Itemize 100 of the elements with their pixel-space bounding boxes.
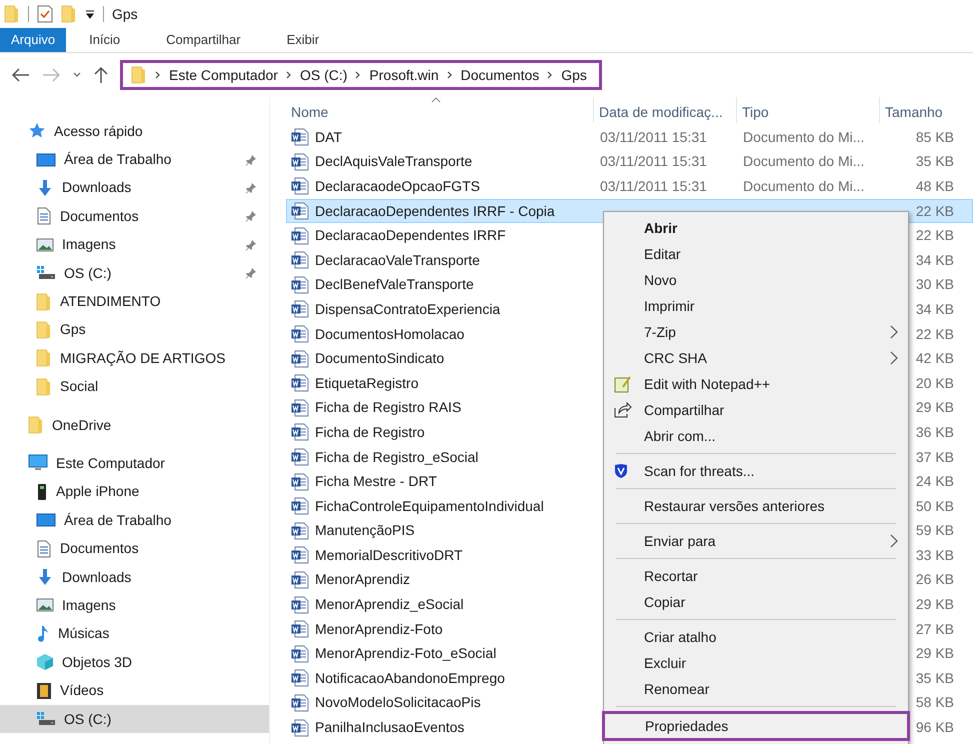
menu-item[interactable]: Abrir (604, 215, 908, 241)
sidebar-item[interactable]: Social (0, 372, 269, 401)
sidebar-item[interactable]: Apple iPhone (0, 478, 269, 506)
size-cell-text: 34 KB (916, 300, 954, 319)
menu-item[interactable]: Propriedades (602, 711, 910, 741)
menu-item[interactable]: Imprimir (604, 293, 908, 319)
file-name[interactable]: Ficha de Registro (315, 422, 425, 443)
menu-item[interactable]: CRC SHA (604, 345, 908, 371)
address-bar[interactable]: Este Computador OS (C:) Prosoft.win Documentos Gps (120, 60, 602, 90)
menu-item[interactable]: Criar atalho (604, 624, 908, 650)
file-name[interactable]: MenorAprendiz-Foto (315, 618, 443, 640)
ribbon-tab[interactable]: Arquivo (0, 28, 66, 52)
column-header[interactable]: Tamanho (879, 97, 959, 123)
menu-item[interactable]: Scan for threats... (604, 458, 908, 484)
size-cell-text: 36 KB (916, 422, 954, 442)
word-document-icon (291, 596, 309, 614)
sidebar-item[interactable]: Documentos (0, 534, 269, 563)
sidebar-item[interactable]: Gps (0, 316, 269, 344)
sidebar-item[interactable]: Acesso rápido (0, 117, 269, 146)
sidebar-item[interactable]: Documentos (0, 202, 269, 231)
sidebar-item[interactable]: Objetos 3D (0, 648, 269, 676)
back-arrow-icon[interactable] (12, 68, 30, 82)
sidebar-item[interactable]: Downloads (0, 562, 269, 592)
desktop-icon (36, 512, 56, 528)
file-name[interactable]: DeclaracaoValeTransporte (315, 250, 480, 271)
sidebar-item[interactable]: Este Computador (0, 449, 269, 478)
menu-item[interactable]: Excluir (604, 650, 908, 676)
file-name[interactable]: Ficha de Registro RAIS (315, 397, 462, 418)
file-name[interactable]: DeclBenefValeTransporte (315, 274, 474, 296)
file-name[interactable]: PanilhaInclusaoEventos (315, 717, 464, 738)
file-name[interactable]: DispensaContratoExperiencia (315, 298, 500, 320)
sidebar-item[interactable]: Downloads (0, 174, 269, 202)
sidebar-item[interactable]: OS (C:) (0, 704, 269, 734)
file-name[interactable]: DAT (315, 126, 342, 148)
cube-icon (36, 653, 54, 672)
menu-item[interactable]: Edit with Notepad++ (604, 371, 908, 397)
file-name[interactable]: EtiquetaRegistro (315, 372, 419, 394)
size-cell-text: 85 KB (916, 128, 954, 147)
sidebar-item[interactable]: Imagens (0, 591, 269, 620)
file-name[interactable]: DocumentoSindicato (315, 348, 444, 370)
size-cell-text: 27 KB (916, 620, 954, 639)
file-name[interactable]: MenorAprendiz_eSocial (315, 594, 464, 616)
breadcrumb[interactable]: OS (C:) (300, 64, 348, 86)
menu-item[interactable]: Renomear (604, 676, 908, 702)
menu-item[interactable]: Enviar para (604, 528, 908, 554)
sidebar-item[interactable]: OneDrive (0, 410, 269, 440)
menu-item[interactable]: Recortar (604, 563, 908, 589)
file-name[interactable]: MenorAprendiz-Foto_eSocial (315, 643, 496, 664)
size-cell-text: 37 KB (916, 448, 954, 467)
ribbon-tab[interactable]: Compartilhar (155, 28, 252, 52)
sidebar-item[interactable]: Imagens (0, 230, 269, 259)
file-name[interactable]: Ficha Mestre - DRT (315, 471, 437, 492)
file-name[interactable]: Ficha de Registro_eSocial (315, 446, 478, 468)
menu-item[interactable]: Abrir com... (604, 423, 908, 449)
file-name[interactable]: NotificacaoAbandonoEmprego (315, 668, 505, 689)
file-name[interactable]: DocumentosHomolacao (315, 324, 464, 345)
file-name[interactable]: MemorialDescritivoDRT (315, 544, 463, 566)
word-document-icon (291, 522, 309, 540)
properties-checkmark-icon[interactable] (37, 5, 53, 23)
breadcrumb[interactable]: Prosoft.win (369, 64, 439, 86)
shield-icon (614, 463, 628, 479)
sidebar-item[interactable]: Músicas (0, 620, 269, 648)
menu-item[interactable]: Compartilhar (604, 397, 908, 423)
sidebar-item[interactable]: Área de Trabalho (0, 506, 269, 534)
word-document-icon (291, 398, 309, 417)
chevron-down-icon[interactable] (72, 71, 82, 79)
size-cell-text: 42 KB (916, 349, 954, 368)
dropdown-caret-icon[interactable] (85, 9, 95, 19)
file-name[interactable]: DeclaracaoDependentes IRRF (315, 225, 506, 246)
ribbon-tab[interactable]: Exibir (276, 28, 330, 52)
sidebar-item[interactable]: ATENDIMENTO (0, 287, 269, 316)
column-header[interactable]: Tipo (736, 97, 879, 123)
film-icon (36, 682, 52, 700)
sidebar-item[interactable]: OS (C:) (0, 258, 269, 288)
file-name[interactable]: MenorAprendiz (315, 569, 410, 590)
ribbon-tab[interactable]: Início (78, 28, 132, 52)
breadcrumb[interactable]: Este Computador (169, 64, 278, 86)
column-header[interactable]: Data de modificaç... (593, 97, 736, 123)
up-arrow-icon[interactable] (94, 66, 108, 84)
sidebar-item[interactable]: Área de Trabalho (0, 145, 269, 174)
file-name[interactable]: DeclaracaodeOpcaoFGTS (315, 176, 480, 197)
menu-item[interactable]: Novo (604, 267, 908, 293)
file-name[interactable]: DeclAquisValeTransporte (315, 151, 472, 172)
word-document-icon (291, 202, 309, 220)
breadcrumb[interactable]: Gps (561, 64, 587, 86)
menu-item[interactable]: Editar (604, 241, 908, 267)
file-name[interactable]: ManutençãoPIS (315, 520, 415, 542)
file-name[interactable]: NovoModeloSolicitacaoPis (315, 692, 481, 714)
breadcrumb[interactable]: Documentos (460, 64, 540, 86)
file-name[interactable]: FichaControleEquipamentoIndividual (315, 496, 544, 517)
chevron-right-icon (155, 70, 161, 80)
sidebar-item[interactable]: Vídeos (0, 676, 269, 705)
sidebar-item[interactable]: MIGRAÇÃO DE ARTIGOS (0, 344, 269, 373)
menu-item[interactable]: 7-Zip (604, 319, 908, 345)
image-icon (36, 236, 54, 253)
file-name[interactable]: DeclaracaoDependentes IRRF - Copia (315, 200, 555, 222)
menu-item[interactable]: Restaurar versões anteriores (604, 493, 908, 519)
menu-item[interactable]: Copiar (604, 589, 908, 615)
music-note-icon (36, 624, 50, 643)
column-header[interactable]: Nome (286, 97, 593, 123)
